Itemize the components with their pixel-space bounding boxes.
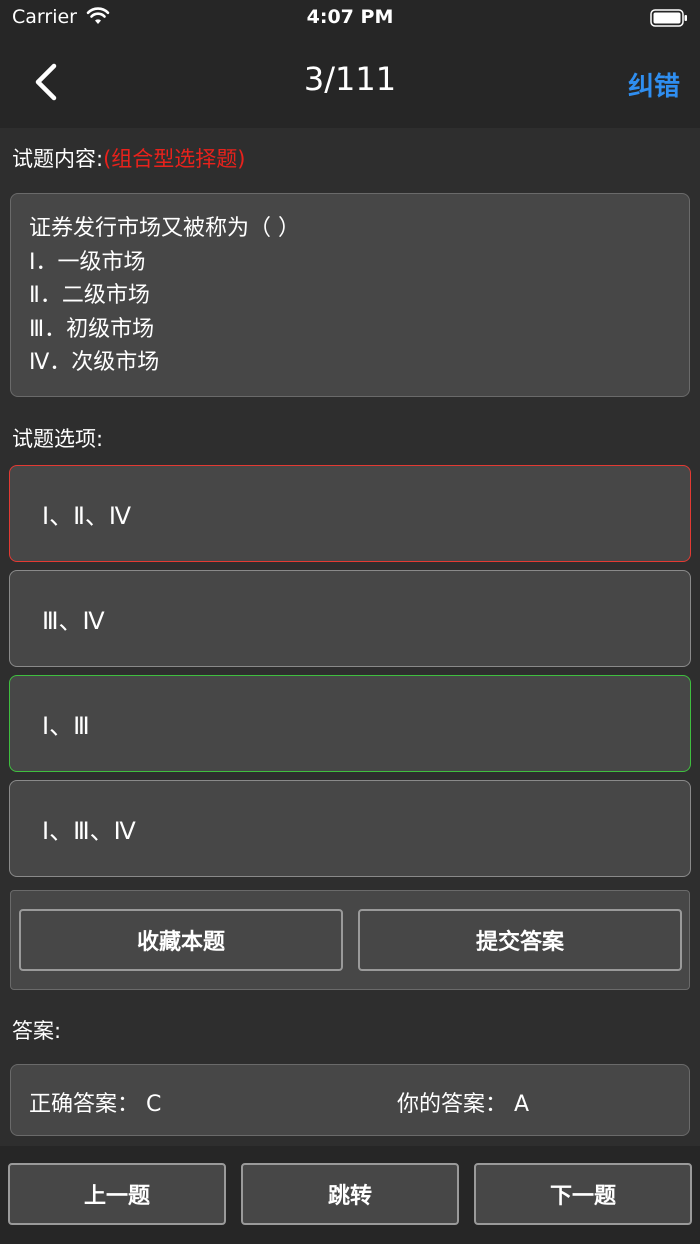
option-text: Ⅰ、Ⅲ: [42, 712, 90, 740]
status-bar: Carrier 4:07 PM: [0, 0, 700, 36]
option-c[interactable]: Ⅰ、Ⅲ: [9, 675, 691, 772]
question-item: Ⅳ．次级市场: [29, 350, 160, 375]
battery-icon: [650, 9, 687, 27]
option-text: Ⅲ、Ⅳ: [42, 607, 105, 635]
option-d[interactable]: Ⅰ、Ⅲ、Ⅳ: [9, 780, 691, 877]
page-title: 3/111: [303, 60, 397, 98]
question-stem: 证券发行市场又被称为（ ）: [29, 216, 300, 241]
option-a[interactable]: Ⅰ、Ⅱ、Ⅳ: [9, 465, 691, 562]
answer-label: 答案:: [12, 1019, 62, 1043]
question-content: 证券发行市场又被称为（ ） Ⅰ．一级市场 Ⅱ．二级市场 Ⅲ．初级市场 Ⅳ．次级市…: [10, 193, 690, 397]
correct-answer: 正确答案： C: [29, 1092, 162, 1117]
your-answer: 你的答案： A: [397, 1092, 530, 1117]
prev-question-button[interactable]: 上一题: [8, 1163, 226, 1225]
favorite-button[interactable]: 收藏本题: [19, 909, 343, 971]
question-type: (组合型选择题): [103, 147, 246, 171]
question-label: 试题内容:: [12, 147, 104, 171]
report-error-button[interactable]: 纠错: [628, 66, 680, 103]
option-text: Ⅰ、Ⅱ、Ⅳ: [42, 502, 132, 530]
option-b[interactable]: Ⅲ、Ⅳ: [9, 570, 691, 667]
next-question-button[interactable]: 下一题: [474, 1163, 692, 1225]
clock-time: 4:07 PM: [306, 6, 394, 28]
answer-box: 正确答案： C 你的答案： A: [10, 1064, 690, 1136]
question-item: Ⅲ．初级市场: [29, 316, 155, 342]
question-item: Ⅱ．二级市场: [29, 283, 150, 308]
jump-button[interactable]: 跳转: [241, 1163, 459, 1225]
nav-bar: 3/111 纠错: [0, 36, 700, 128]
bottom-nav-bar: 上一题 跳转 下一题: [0, 1146, 700, 1244]
question-label-row: 试题内容:(组合型选择题): [12, 143, 245, 173]
options-label: 试题选项:: [12, 427, 104, 451]
question-item: Ⅰ．一级市场: [29, 249, 146, 275]
action-panel: 收藏本题 提交答案: [10, 890, 690, 990]
submit-answer-button[interactable]: 提交答案: [358, 909, 682, 971]
option-text: Ⅰ、Ⅲ、Ⅳ: [42, 817, 136, 845]
